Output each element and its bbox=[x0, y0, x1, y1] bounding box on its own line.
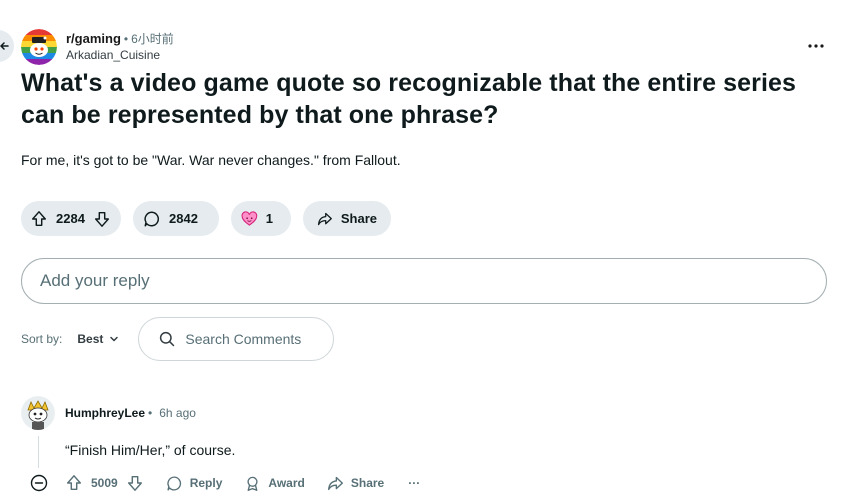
comment-body: “Finish Him/Her,” of course. bbox=[65, 442, 236, 458]
comment-meta-separator: • bbox=[148, 406, 153, 420]
award-icon bbox=[241, 210, 258, 226]
post-body: For me, it's got to be "War. War never c… bbox=[21, 152, 401, 168]
back-button[interactable] bbox=[0, 30, 14, 62]
share-icon bbox=[317, 212, 332, 225]
subreddit-avatar-icon bbox=[21, 29, 57, 65]
sort-label: Sort by: bbox=[21, 332, 63, 346]
comment-upvote-count: 5009 bbox=[91, 476, 118, 490]
post-author[interactable]: Arkadian_Cuisine bbox=[66, 47, 174, 63]
comment-share-label: Share bbox=[350, 476, 385, 490]
post-title: What's a video game quote so recognizabl… bbox=[21, 69, 797, 129]
upvote-count: 2284 bbox=[56, 211, 85, 226]
upvote-icon[interactable] bbox=[65, 474, 83, 492]
reply-placeholder: Add your reply bbox=[40, 271, 150, 290]
post-header: r/gaming • 6小时前 Arkadian_Cuisine bbox=[21, 27, 174, 67]
overflow-menu-button[interactable] bbox=[806, 36, 826, 56]
post-time: 6小时前 bbox=[131, 32, 174, 46]
downvote-icon[interactable] bbox=[126, 474, 144, 492]
comment-count: 2842 bbox=[169, 211, 198, 226]
award-button[interactable]: 1 bbox=[231, 201, 291, 236]
subreddit-name[interactable]: r/gaming bbox=[66, 31, 121, 47]
search-comments-placeholder: Search Comments bbox=[185, 331, 302, 347]
comment-reply-button[interactable]: Reply bbox=[166, 475, 223, 492]
comment-meta: HumphreyLee • 6h ago bbox=[65, 406, 196, 420]
comment-more-label: ··· bbox=[408, 476, 421, 490]
search-icon bbox=[160, 331, 175, 347]
comment-time: 6h ago bbox=[159, 406, 196, 420]
comment-icon bbox=[144, 211, 160, 226]
comment-award-button[interactable]: Award bbox=[244, 475, 305, 492]
chevron-down-icon bbox=[110, 336, 119, 342]
comments-button[interactable]: 2842 bbox=[133, 201, 219, 236]
share-icon bbox=[327, 476, 343, 490]
award-count: 1 bbox=[265, 211, 273, 226]
vote-pill: 2284 bbox=[21, 201, 121, 236]
sort-dropdown[interactable]: Best bbox=[77, 332, 119, 346]
thread-line[interactable] bbox=[38, 436, 39, 468]
sort-row: Sort by: Best Search Comments bbox=[21, 317, 335, 361]
collapse-icon bbox=[30, 474, 48, 492]
post-meta: r/gaming • 6小时前 Arkadian_Cuisine bbox=[66, 31, 174, 63]
share-label: Share bbox=[340, 211, 377, 226]
downvote-icon[interactable] bbox=[93, 210, 111, 228]
award-ribbon-icon bbox=[247, 476, 258, 491]
post-action-bar: 2284 2842 1 Share bbox=[21, 201, 391, 236]
comment-more-button[interactable]: ··· bbox=[408, 476, 420, 490]
comment-share-button[interactable]: Share bbox=[327, 475, 384, 492]
comment-icon bbox=[167, 475, 181, 491]
comment-vote: 5009 bbox=[65, 474, 144, 492]
reply-input[interactable]: Add your reply bbox=[21, 258, 827, 304]
comment-author[interactable]: HumphreyLee bbox=[65, 406, 145, 420]
subreddit-avatar[interactable] bbox=[21, 29, 57, 65]
comment-award-label: Award bbox=[268, 476, 305, 490]
overflow-menu-icon bbox=[808, 44, 824, 48]
comment-avatar[interactable] bbox=[21, 396, 55, 430]
user-avatar-icon bbox=[21, 396, 55, 430]
meta-separator: • bbox=[123, 32, 129, 46]
search-comments-input[interactable]: Search Comments bbox=[138, 317, 335, 361]
collapse-thread-button[interactable] bbox=[30, 474, 48, 492]
comment-reply-label: Reply bbox=[189, 476, 223, 490]
share-button[interactable]: Share bbox=[303, 201, 391, 236]
back-arrow-icon bbox=[0, 42, 9, 50]
comment-actions: 5009 Reply Award Share ··· bbox=[21, 472, 420, 494]
upvote-icon[interactable] bbox=[30, 210, 48, 228]
sort-value: Best bbox=[77, 332, 104, 346]
